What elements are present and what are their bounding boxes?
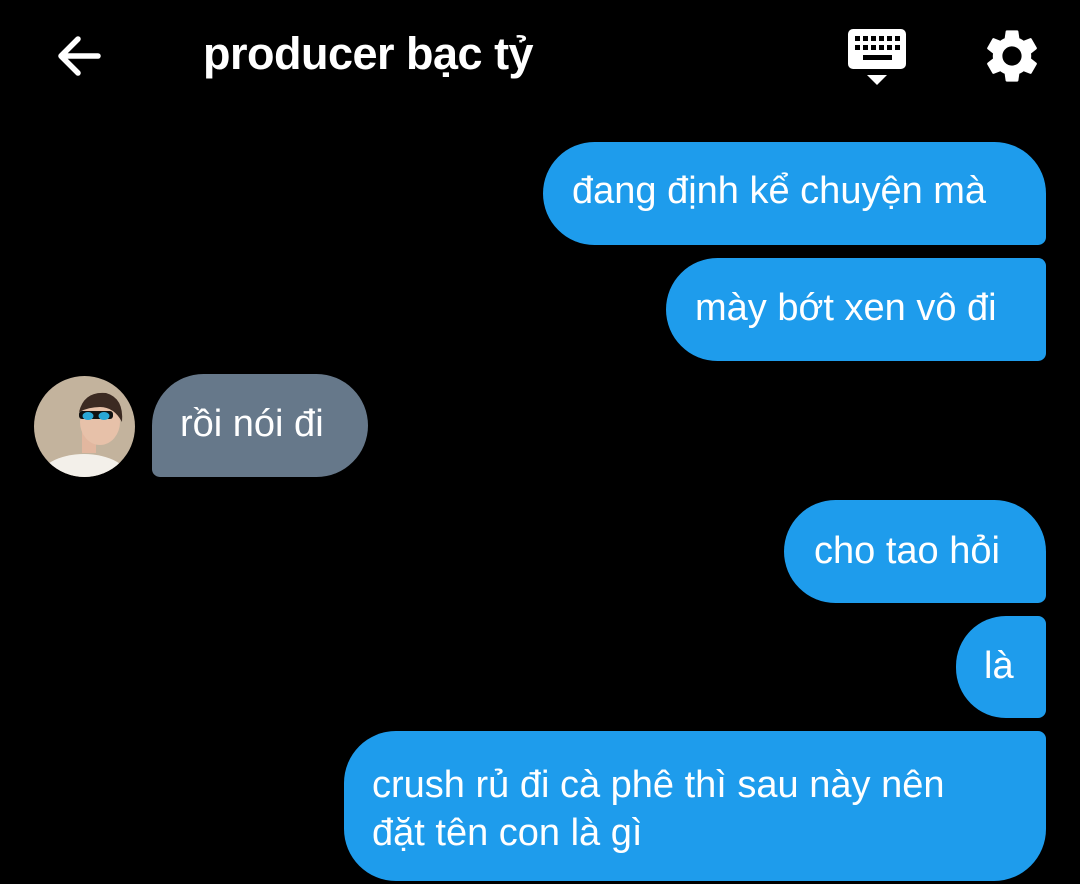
message-text: đang định kể chuyện mà bbox=[572, 170, 987, 212]
sent-message-bubble[interactable]: crush rủ đi cà phê thì sau này nên đặt t… bbox=[344, 731, 1046, 881]
received-message-bubble[interactable]: rồi nói đi bbox=[152, 374, 368, 477]
settings-button[interactable] bbox=[980, 24, 1044, 88]
arrow-left-icon bbox=[58, 36, 101, 76]
keyboard-button[interactable] bbox=[845, 26, 909, 88]
message-text: là bbox=[984, 645, 1014, 687]
gear-icon bbox=[987, 30, 1037, 82]
message-text-line: crush rủ đi cà phê thì sau này nên bbox=[372, 764, 945, 806]
sent-message-bubble[interactable]: cho tao hỏi bbox=[784, 500, 1046, 603]
message-text: mày bớt xen vô đi bbox=[695, 287, 997, 329]
back-button[interactable] bbox=[48, 26, 108, 86]
message-text: cho tao hỏi bbox=[814, 530, 1000, 572]
chat-header: producer bạc tỷ bbox=[0, 0, 1080, 112]
page-title: producer bạc tỷ bbox=[203, 28, 534, 79]
avatar[interactable] bbox=[34, 376, 135, 477]
sent-message-bubble[interactable]: mày bớt xen vô đi bbox=[666, 258, 1046, 361]
sent-message-bubble[interactable]: đang định kể chuyện mà bbox=[543, 142, 1046, 245]
message-text-line: đặt tên con là gì bbox=[372, 812, 643, 854]
message-text: rồi nói đi bbox=[180, 403, 324, 445]
sent-message-bubble[interactable]: là bbox=[956, 616, 1046, 718]
profile-photo bbox=[34, 376, 135, 477]
keyboard-icon bbox=[848, 29, 906, 85]
